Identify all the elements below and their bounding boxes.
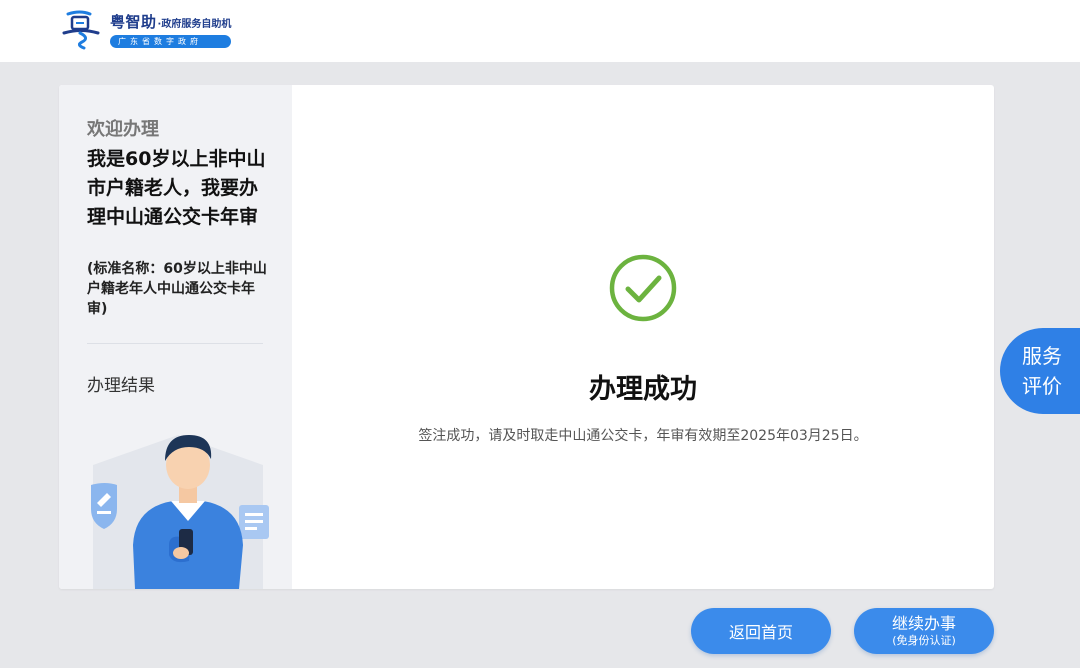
continue-service-button[interactable]: 继续办事 (免身份认证): [854, 608, 994, 654]
return-home-button[interactable]: 返回首页: [691, 608, 831, 654]
user-with-phone-illustration: [91, 435, 269, 589]
success-check-icon: [609, 254, 677, 322]
welcome-heading: 欢迎办理: [87, 119, 159, 140]
step-result-label: 办理结果: [87, 376, 155, 396]
return-home-label: 返回首页: [728, 623, 793, 642]
evaluation-label-line1: 服务: [1022, 344, 1062, 368]
service-title: 我是60岁以上非中山市户籍老人，我要办理中山通公交卡年审: [87, 148, 266, 228]
brand-logo: 粤智助 ·政府服务自助机 广东省数字政府: [60, 8, 232, 50]
brand-name: 粤智助: [110, 12, 157, 31]
top-header: 粤智助 ·政府服务自助机 广东省数字政府: [0, 0, 1080, 62]
result-card: 欢迎办理 我是60岁以上非中山市户籍老人，我要办理中山通公交卡年审 (标准名称：…: [59, 85, 994, 589]
service-standard-name: (标准名称：60岁以上非中山户籍老年人中山通公交卡年审): [87, 261, 267, 317]
service-evaluation-button[interactable]: 服务 评价: [1000, 328, 1080, 414]
brand-tagline: 广东省数字政府: [110, 34, 232, 48]
brand-subtitle: ·政府服务自助机: [157, 18, 232, 30]
result-panel: 办理成功 签注成功，请及时取走中山通公交卡，年审有效期至2025年03月25日。: [292, 85, 994, 589]
service-sidebar: 欢迎办理 我是60岁以上非中山市户籍老人，我要办理中山通公交卡年审 (标准名称：…: [59, 85, 292, 589]
evaluation-label-line2: 评价: [1022, 374, 1062, 398]
continue-service-label: 继续办事: [891, 613, 956, 633]
brand-logo-icon: [62, 10, 100, 50]
result-title: 办理成功: [589, 374, 697, 405]
result-message: 签注成功，请及时取走中山通公交卡，年审有效期至2025年03月25日。: [418, 428, 868, 444]
continue-service-sublabel: (免身份认证): [892, 633, 956, 647]
sidebar-divider: [87, 343, 263, 344]
